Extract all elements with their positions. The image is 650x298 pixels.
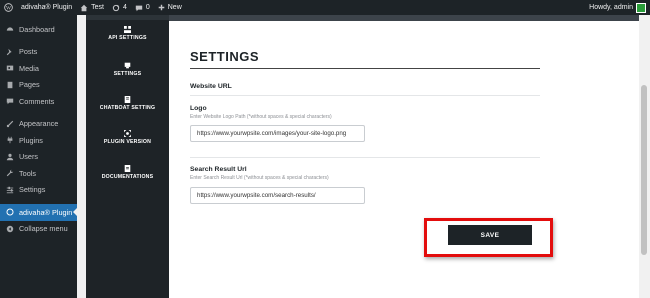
sidebar-item-posts[interactable]: Posts [0, 44, 77, 61]
tab-label: SETTINGS [113, 71, 142, 77]
howdy-text: Howdy, admin [589, 4, 633, 11]
site-name-link[interactable]: adivaha® Plugin [21, 0, 72, 15]
scrollbar-thumb[interactable] [641, 85, 647, 255]
sidebar-item-label: Media [19, 63, 39, 73]
sidebar-item-label: Comments [19, 96, 55, 106]
plugin-settings-nav: API SETTINGS SETTINGS CHATBOAT SETTING P… [86, 15, 169, 298]
my-account[interactable]: Howdy, admin [589, 0, 646, 15]
settings-panel: SETTINGS Website URL Logo Enter Website … [169, 15, 639, 298]
sidebar-item-comments[interactable]: Comments [0, 93, 77, 110]
page-scrollbar[interactable] [639, 15, 650, 298]
adivaha-logo-icon [5, 208, 14, 217]
sidebar-item-label: Collapse menu [19, 224, 68, 234]
media-icon [5, 64, 14, 73]
site-name: adivaha® Plugin [21, 4, 73, 11]
sidebar-item-label: Appearance [19, 119, 59, 129]
admin-sidebar: Dashboard Posts Media Pages Comments App… [0, 15, 77, 298]
collapse-icon [5, 224, 14, 233]
tab-plugin-version[interactable]: PLUGIN VERSION [86, 130, 169, 145]
plug-icon [5, 136, 14, 145]
new-content-link[interactable]: New [158, 0, 182, 15]
website-url-heading: Website URL [190, 83, 232, 90]
save-button[interactable]: SAVE [448, 225, 532, 245]
user-icon [5, 152, 14, 161]
sidebar-item-label: Users [19, 152, 39, 162]
tab-label: DOCUMENTATIONS [101, 174, 154, 180]
search-result-url-value: https://www.yourwpsite.com/search-result… [197, 192, 316, 199]
comment-icon [135, 4, 143, 12]
sidebar-item-label: Tools [19, 168, 37, 178]
sidebar-item-label: Posts [19, 47, 38, 57]
search-result-url-label: Search Result Url [190, 166, 247, 173]
refresh-icon [112, 4, 120, 12]
dashboard-icon [5, 25, 14, 34]
sidebar-item-media[interactable]: Media [0, 60, 77, 77]
home-label: Test [91, 4, 104, 11]
pin-icon [5, 47, 14, 56]
collapse-menu-button[interactable]: Collapse menu [0, 221, 77, 238]
sidebar-item-label: Settings [19, 185, 46, 195]
tab-chatboat-setting[interactable]: CHATBOAT SETTING [86, 96, 169, 111]
brush-icon [5, 119, 14, 128]
section-divider [190, 95, 540, 96]
title-divider [190, 68, 540, 69]
avatar [636, 2, 646, 13]
settings-icon [124, 62, 131, 69]
sliders-icon [5, 185, 14, 194]
search-result-url-hint: Enter Search Result Url (*without spaces… [190, 175, 329, 181]
wrench-icon [5, 169, 14, 178]
content-top-strip [169, 15, 639, 21]
search-result-url-input[interactable]: https://www.yourwpsite.com/search-result… [190, 187, 365, 204]
sidebar-item-tools[interactable]: Tools [0, 165, 77, 182]
wordpress-icon: W [4, 3, 13, 12]
home-icon [80, 4, 88, 12]
version-icon [124, 130, 131, 137]
sidebar-item-label: Pages [19, 80, 40, 90]
sidebar-item-label: Plugins [19, 135, 43, 145]
sidebar-item-plugins[interactable]: Plugins [0, 132, 77, 149]
sidebar-item-dashboard[interactable]: Dashboard [0, 21, 77, 38]
page-title: SETTINGS [190, 49, 260, 64]
sidebar-item-appearance[interactable]: Appearance [0, 116, 77, 133]
tab-label: API SETTINGS [108, 35, 147, 41]
admin-bar: W adivaha® Plugin Test 4 0 New Howdy, ad… [0, 0, 650, 15]
tab-label: CHATBOAT SETTING [99, 105, 156, 111]
tab-label: PLUGIN VERSION [103, 139, 152, 145]
updates-link[interactable]: 4 [112, 0, 127, 15]
sidebar-item-pages[interactable]: Pages [0, 77, 77, 94]
sidebar-item-users[interactable]: Users [0, 149, 77, 166]
comments-count: 0 [145, 4, 150, 11]
comments-link[interactable]: 0 [135, 0, 150, 15]
logo-path-value: https://www.yourwpsite.com/images/your-s… [197, 130, 347, 137]
tab-settings[interactable]: SETTINGS [86, 62, 169, 77]
page-icon [5, 80, 14, 89]
sidebar-item-label: Dashboard [19, 24, 55, 34]
grid-icon [124, 26, 131, 33]
comment-icon [5, 97, 14, 106]
home-link[interactable]: Test [80, 0, 104, 15]
updates-count: 4 [122, 4, 127, 11]
new-label: New [167, 4, 182, 11]
sidebar-item-label: adivaha® Plugin [19, 207, 73, 217]
plus-icon [158, 4, 165, 11]
wordpress-logo[interactable]: W [4, 0, 13, 15]
tab-api-settings[interactable]: API SETTINGS [86, 26, 169, 41]
chat-icon [124, 96, 131, 103]
section-divider [190, 157, 540, 158]
sidebar-item-settings[interactable]: Settings [0, 182, 77, 199]
logo-path-input[interactable]: https://www.yourwpsite.com/images/your-s… [190, 125, 365, 142]
document-icon [124, 165, 131, 172]
sidebar-item-adivaha-plugin[interactable]: adivaha® Plugin [0, 204, 77, 221]
nav-top-strip [86, 15, 169, 20]
logo-label: Logo [190, 105, 207, 112]
logo-hint: Enter Website Logo Path (*without spaces… [190, 114, 332, 120]
tab-documentations[interactable]: DOCUMENTATIONS [86, 165, 169, 180]
